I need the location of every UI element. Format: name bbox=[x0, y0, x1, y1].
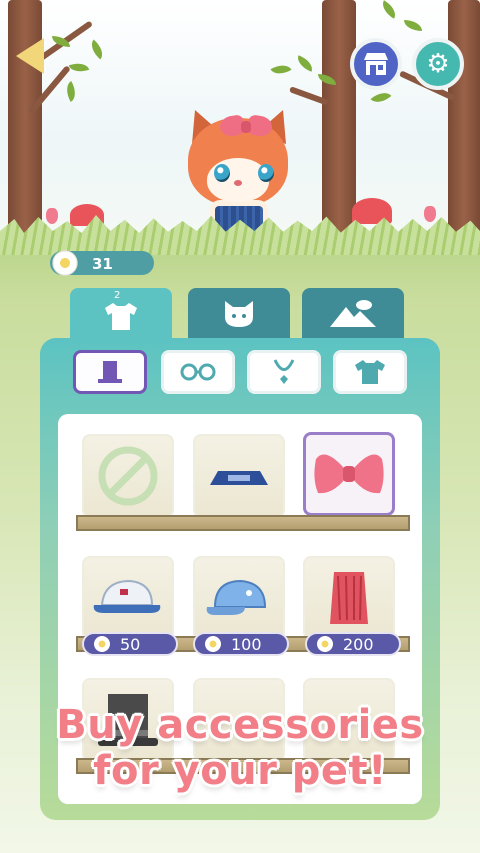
daisy-icon bbox=[205, 636, 221, 652]
tshirt-icon bbox=[355, 360, 385, 384]
tab-scene[interactable] bbox=[302, 288, 404, 338]
subtab-hats[interactable] bbox=[73, 350, 147, 394]
glasses-icon bbox=[180, 363, 216, 381]
shirt-icon bbox=[105, 303, 137, 330]
necklace-icon bbox=[273, 359, 295, 384]
tree-trunk bbox=[448, 0, 480, 235]
daisy-icon bbox=[94, 636, 110, 652]
headband-icon bbox=[210, 471, 268, 485]
price-value: 50 bbox=[120, 634, 141, 654]
daisy-icon bbox=[317, 636, 333, 652]
blue-cap-icon bbox=[206, 579, 267, 615]
top-hat-icon bbox=[98, 361, 122, 383]
promo-line-2: for your pet! bbox=[93, 748, 387, 794]
gear-icon: ⚙ bbox=[426, 49, 450, 79]
item-red-crest[interactable] bbox=[303, 556, 395, 640]
subtab-shirts[interactable] bbox=[333, 350, 407, 394]
subtab-necklaces[interactable] bbox=[247, 350, 321, 394]
price-tag: 200 bbox=[305, 632, 401, 656]
item-blue-cap[interactable] bbox=[193, 556, 285, 640]
tulip bbox=[424, 206, 436, 222]
cat-bow-knot bbox=[241, 121, 251, 133]
bow-icon bbox=[314, 454, 384, 494]
price-tag: 100 bbox=[193, 632, 289, 656]
shop-icon bbox=[364, 53, 388, 75]
tab-pet[interactable] bbox=[188, 288, 290, 338]
item-white-cap[interactable] bbox=[82, 556, 174, 640]
item-headband[interactable] bbox=[193, 434, 285, 518]
shelf bbox=[76, 515, 410, 531]
item-pink-bow[interactable] bbox=[303, 432, 395, 516]
promo-line-1: Buy accessories bbox=[56, 702, 424, 748]
shop-button[interactable] bbox=[350, 38, 402, 90]
cat-face-icon bbox=[225, 301, 253, 327]
cat-eye bbox=[258, 164, 274, 182]
cat-nose bbox=[234, 180, 242, 186]
crest-icon bbox=[330, 572, 368, 624]
tab-badge: 2 bbox=[114, 290, 121, 301]
price-value: 200 bbox=[343, 634, 374, 654]
price-tag: 50 bbox=[82, 632, 178, 656]
currency-amount: 31 bbox=[92, 255, 113, 273]
tab-clothes[interactable] bbox=[70, 288, 172, 344]
tulip bbox=[46, 208, 58, 224]
daisy-icon bbox=[52, 250, 78, 276]
white-cap-icon bbox=[93, 579, 161, 613]
tree-trunk bbox=[8, 0, 42, 235]
landscape-icon bbox=[330, 300, 376, 327]
settings-button[interactable]: ⚙ bbox=[412, 38, 464, 90]
item-none[interactable] bbox=[82, 434, 174, 518]
no-item-icon bbox=[98, 446, 158, 506]
cat-eye bbox=[214, 164, 230, 182]
subtab-glasses[interactable] bbox=[161, 350, 235, 394]
tree-trunk bbox=[322, 0, 356, 235]
price-value: 100 bbox=[231, 634, 262, 654]
